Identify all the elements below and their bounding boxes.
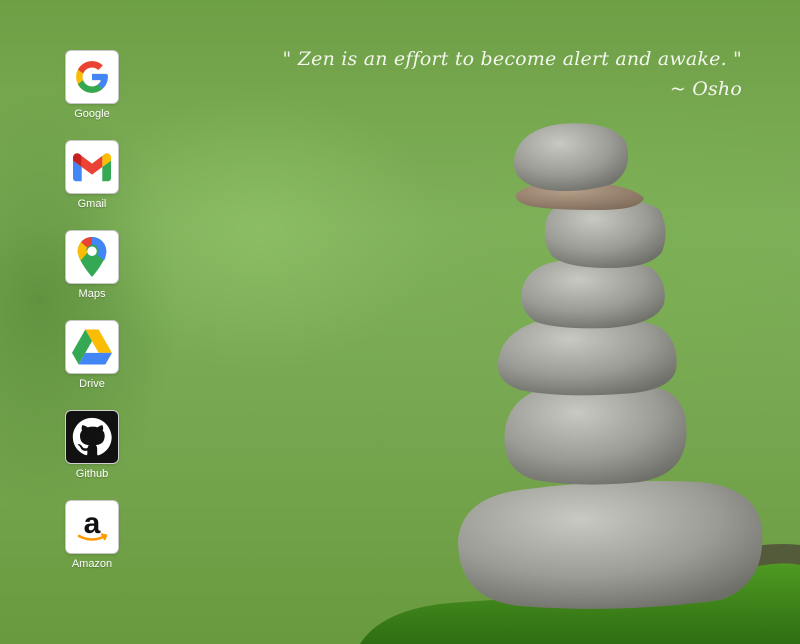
gmail-icon [65,140,119,194]
app-drive[interactable]: Drive [64,320,120,410]
amazon-icon: a [65,500,119,554]
app-label: Google [74,108,110,120]
app-label: Github [75,468,109,480]
google-icon [65,50,119,104]
app-shortcuts: Google Gmail Maps Drive Github a Amazon [64,50,120,590]
app-label: Maps [78,288,106,300]
app-label: Gmail [77,198,107,210]
quote-author: ~ Osho [669,78,742,100]
app-amazon[interactable]: a Amazon [64,500,120,590]
app-github[interactable]: Github [64,410,120,500]
drive-icon [65,320,119,374]
app-maps[interactable]: Maps [64,230,120,320]
svg-text:a: a [84,507,101,540]
app-google[interactable]: Google [64,50,120,140]
wallpaper-quote: " Zen is an effort to become alert and a… [283,44,742,104]
app-label: Drive [79,378,105,390]
quote-text: " Zen is an effort to become alert and a… [282,48,742,70]
github-icon [65,410,119,464]
app-label: Amazon [71,558,113,570]
maps-icon [65,230,119,284]
app-gmail[interactable]: Gmail [64,140,120,230]
